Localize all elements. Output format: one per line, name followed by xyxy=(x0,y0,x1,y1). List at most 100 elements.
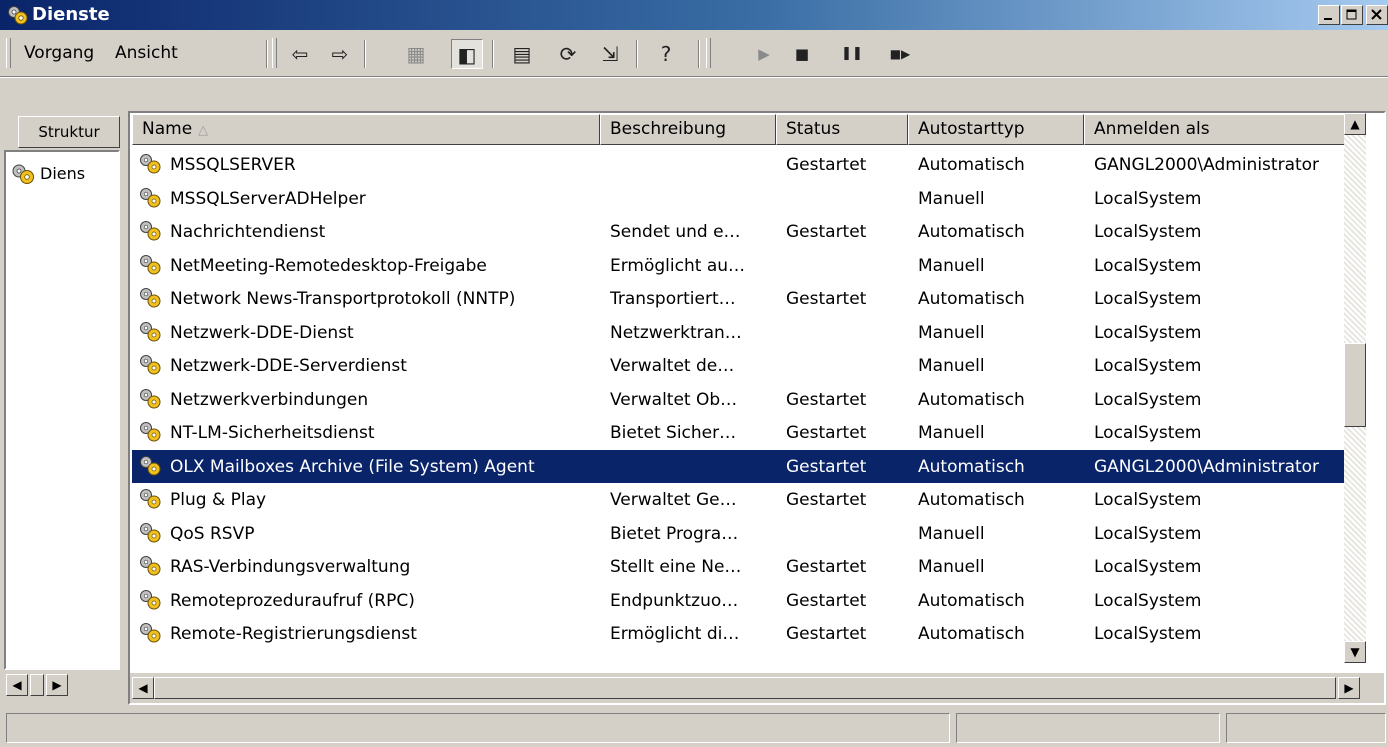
table-row[interactable]: Netzwerk-DDE-Dienst Netzwerktran… Manuell L… xyxy=(132,316,1358,349)
pause-icon: ❚❚ xyxy=(841,46,863,61)
table-row[interactable]: MSSQLSERVER Gestartet Automatisch GANGL2000… xyxy=(132,148,1358,181)
services-gear-icon xyxy=(8,6,28,25)
toolbar-grip[interactable] xyxy=(706,38,711,68)
column-header-label: Status xyxy=(786,119,841,139)
table-row[interactable]: NT-LM-Sicherheitsdienst Bietet Sicher… Ges… xyxy=(132,416,1358,449)
table-row[interactable]: MSSQLServerADHelper Manuell LocalSystem xyxy=(132,182,1358,215)
column-header-startup-type[interactable]: Autostarttyp xyxy=(908,114,1084,145)
cell-status: Gestartet xyxy=(786,624,867,644)
row-background: Remote-Registrierungsdienst Ermöglicht di… xyxy=(132,617,1358,650)
cell-description: Verwaltet de… xyxy=(610,356,735,376)
tree-item-label: Diens xyxy=(40,164,86,183)
scroll-down-button[interactable]: ▼ xyxy=(1344,641,1366,663)
refresh-button[interactable]: ⟳ xyxy=(552,39,584,69)
toolbar-grip[interactable] xyxy=(272,38,277,68)
cell-status: Gestartet xyxy=(786,390,867,410)
service-gear-icon xyxy=(140,456,161,476)
status-bar xyxy=(0,707,1388,747)
tree-item-dienste[interactable]: Diens xyxy=(8,162,118,186)
restart-service-button[interactable]: ■▶ xyxy=(880,39,920,69)
service-gear-icon xyxy=(140,255,161,275)
row-background: Network News-Transportprotokoll (NNTP) Tr… xyxy=(132,282,1358,315)
maximize-button[interactable] xyxy=(1341,5,1363,25)
table-row[interactable]: Netzwerk-DDE-Serverdienst Verwaltet de… Ma… xyxy=(132,349,1358,382)
tree-tab[interactable]: Struktur xyxy=(18,116,120,148)
pause-service-button[interactable]: ❚❚ xyxy=(836,39,868,69)
tree-pane[interactable]: Diens xyxy=(4,150,120,670)
scroll-thumb[interactable] xyxy=(30,674,44,696)
service-gear-icon xyxy=(140,489,161,509)
column-header-name[interactable]: Name △ xyxy=(132,114,600,145)
table-row[interactable]: Plug & Play Verwaltet Ge… Gestartet Automat… xyxy=(132,483,1358,516)
tree-horizontal-scrollbar[interactable]: ◀ ▶ xyxy=(4,670,120,700)
export-list-icon: ⇲ xyxy=(601,42,619,66)
column-header-status[interactable]: Status xyxy=(776,114,908,145)
table-row[interactable]: QoS RSVP Bietet Progra… Manuell LocalSystem xyxy=(132,517,1358,550)
service-gear-icon xyxy=(140,556,161,576)
services-list[interactable]: Name △ Beschreibung Status Autostarttyp A… xyxy=(128,111,1386,705)
title-bar[interactable]: Dienste xyxy=(0,0,1388,30)
column-header-description[interactable]: Beschreibung xyxy=(600,114,776,145)
show-tree-button[interactable]: ◧ xyxy=(451,39,483,69)
service-gear-icon xyxy=(140,355,161,375)
service-gear-icon xyxy=(140,523,161,543)
properties-button[interactable]: ▤ xyxy=(506,39,538,69)
minimize-button[interactable] xyxy=(1318,5,1340,25)
scroll-up-button[interactable]: ▲ xyxy=(1344,113,1366,135)
table-row[interactable]: OLX Mailboxes Archive (File System) Agen… xyxy=(132,450,1358,483)
vertical-scrollbar[interactable]: ▲ ▼ xyxy=(1344,113,1366,673)
cell-name: Nachrichtendienst xyxy=(170,222,326,242)
table-row[interactable]: RAS-Verbindungsverwaltung Stellt eine Ne…… xyxy=(132,550,1358,583)
table-row[interactable]: Remote-Registrierungsdienst Ermöglicht di… xyxy=(132,617,1358,650)
table-row[interactable]: Network News-Transportprotokoll (NNTP) Tr… xyxy=(132,282,1358,315)
help-button[interactable]: ? xyxy=(650,39,682,69)
table-row[interactable]: NetMeeting-Remotedesktop-Freigabe Ermögli… xyxy=(132,249,1358,282)
toolbar-grip[interactable] xyxy=(6,38,11,68)
cell-description: Netzwerktran… xyxy=(610,323,742,343)
cell-logon-as: LocalSystem xyxy=(1094,323,1202,343)
cell-logon-as: LocalSystem xyxy=(1094,222,1202,242)
arrow-right-icon: ▶ xyxy=(1344,681,1354,695)
window-title: Dienste xyxy=(32,4,110,25)
menu-ansicht[interactable]: Ansicht xyxy=(115,42,178,64)
cell-startup-type: Automatisch xyxy=(918,624,1025,644)
back-button[interactable]: ⇦ xyxy=(284,39,316,69)
stop-service-button[interactable]: ■ xyxy=(786,39,818,69)
scroll-thumb[interactable] xyxy=(154,677,1336,699)
service-gear-icon xyxy=(140,221,161,241)
toolbar-separator xyxy=(698,40,700,68)
scroll-left-button[interactable]: ◀ xyxy=(132,677,154,699)
service-gear-icon xyxy=(140,590,161,610)
cell-status: Gestartet xyxy=(786,155,867,175)
cell-description: Bietet Progra… xyxy=(610,524,739,544)
cell-description: Endpunktzuo… xyxy=(610,591,739,611)
stop-icon: ■ xyxy=(794,45,810,63)
cell-startup-type: Automatisch xyxy=(918,390,1025,410)
start-service-button[interactable]: ▶ xyxy=(748,39,780,69)
cell-startup-type: Manuell xyxy=(918,256,985,276)
table-row[interactable]: Remoteprozeduraufruf (RPC) Endpunktzuo… Ge… xyxy=(132,584,1358,617)
restart-icon: ■▶ xyxy=(889,47,911,61)
scroll-track[interactable] xyxy=(1344,427,1366,641)
forward-button[interactable]: ⇨ xyxy=(324,39,356,69)
cell-name: MSSQLSERVER xyxy=(170,155,296,175)
scroll-track[interactable] xyxy=(1344,135,1366,343)
scroll-right-button[interactable]: ▶ xyxy=(1338,677,1360,699)
table-row[interactable]: Netzwerkverbindungen Verwaltet Ob… Gestart… xyxy=(132,383,1358,416)
row-background: QoS RSVP Bietet Progra… Manuell LocalSystem xyxy=(132,517,1358,550)
scroll-left-button[interactable]: ◀ xyxy=(6,674,28,696)
cell-logon-as: LocalSystem xyxy=(1094,490,1202,510)
scroll-right-button[interactable]: ▶ xyxy=(46,674,68,696)
column-header-logon-as[interactable]: Anmelden als xyxy=(1084,114,1358,145)
help-icon: ? xyxy=(660,42,672,66)
row-background: Plug & Play Verwaltet Ge… Gestartet Automat… xyxy=(132,483,1358,516)
horizontal-scrollbar[interactable]: ◀ ▶ xyxy=(130,673,1384,703)
up-level-button[interactable]: ▦ xyxy=(400,39,432,69)
export-list-button[interactable]: ⇲ xyxy=(594,39,626,69)
menu-vorgang[interactable]: Vorgang xyxy=(24,42,94,64)
row-background: NT-LM-Sicherheitsdienst Bietet Sicher… Ges… xyxy=(132,416,1358,449)
cell-name: Plug & Play xyxy=(170,490,267,510)
close-button[interactable] xyxy=(1366,5,1388,25)
scroll-thumb[interactable] xyxy=(1344,343,1366,427)
table-row[interactable]: Nachrichtendienst Sendet und e… Gestartet A… xyxy=(132,215,1358,248)
